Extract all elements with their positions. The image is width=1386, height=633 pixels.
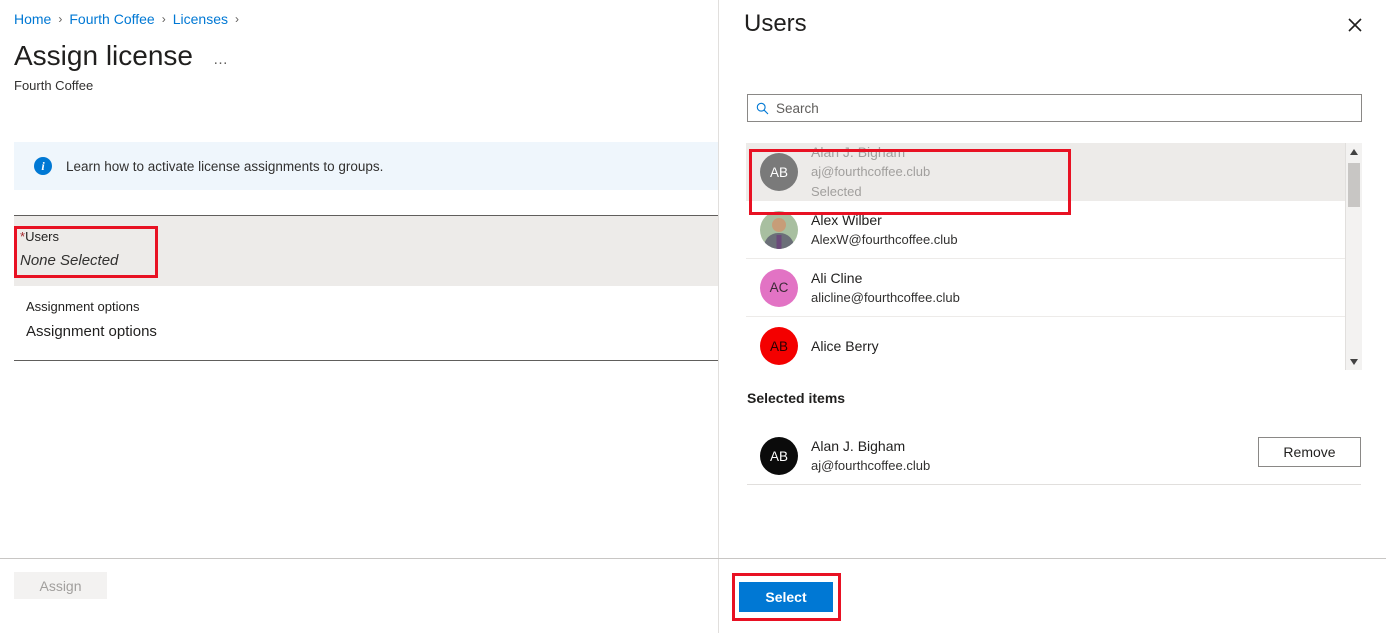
scrollbar-thumb[interactable] bbox=[1348, 163, 1360, 207]
info-icon: i bbox=[34, 157, 52, 175]
search-icon bbox=[756, 102, 769, 115]
breadcrumb-separator-icon: › bbox=[235, 9, 239, 29]
avatar-initials: AB bbox=[770, 449, 788, 464]
assign-license-blade: Home › Fourth Coffee › Licenses › Assign… bbox=[0, 0, 718, 633]
users-field-label-text: Users bbox=[25, 229, 59, 244]
info-banner-text: Learn how to activate license assignment… bbox=[66, 159, 383, 174]
selected-items-heading: Selected items bbox=[747, 390, 845, 406]
avatar-initials: AC bbox=[770, 280, 789, 295]
avatar bbox=[760, 211, 798, 249]
assignment-options-label: Assignment options bbox=[26, 297, 157, 317]
users-field-label: *Users bbox=[20, 227, 718, 246]
user-status: Selected bbox=[811, 182, 930, 202]
users-field-value: None Selected bbox=[20, 249, 718, 273]
page-title-row: Assign license … bbox=[14, 38, 232, 74]
search-box[interactable] bbox=[747, 94, 1362, 122]
overflow-menu-icon[interactable]: … bbox=[211, 51, 232, 68]
avatar: AB bbox=[760, 153, 798, 191]
users-field[interactable]: *Users None Selected bbox=[14, 216, 718, 286]
breadcrumb-item-licenses[interactable]: Licenses bbox=[173, 9, 228, 29]
scroll-up-arrow-icon[interactable] bbox=[1346, 143, 1362, 160]
user-name: Alice Berry bbox=[811, 336, 879, 356]
user-name: Alan J. Bigham bbox=[811, 143, 930, 162]
avatar-initials: AB bbox=[770, 339, 788, 354]
breadcrumb-item-fourth-coffee[interactable]: Fourth Coffee bbox=[69, 9, 154, 29]
user-name: Alex Wilber bbox=[811, 210, 958, 230]
selected-item-name: Alan J. Bigham bbox=[811, 436, 930, 456]
user-list-item-alex-wilber[interactable]: Alex Wilber AlexW@fourthcoffee.club bbox=[746, 201, 1361, 259]
user-list-item-alan-j-bigham[interactable]: AB Alan J. Bigham aj@fourthcoffee.club S… bbox=[746, 143, 1361, 201]
assign-button[interactable]: Assign bbox=[14, 572, 107, 599]
search-input[interactable] bbox=[776, 101, 1361, 116]
user-list[interactable]: AB Alan J. Bigham aj@fourthcoffee.club S… bbox=[746, 143, 1361, 370]
assignment-options-group: Assignment options Assignment options bbox=[26, 297, 157, 345]
info-banner: i Learn how to activate license assignme… bbox=[14, 142, 718, 190]
select-button[interactable]: Select bbox=[739, 582, 833, 612]
app-root: Home › Fourth Coffee › Licenses › Assign… bbox=[0, 0, 1386, 633]
scroll-down-arrow-icon[interactable] bbox=[1346, 353, 1362, 370]
avatar: AC bbox=[760, 269, 798, 307]
user-list-scrollbar[interactable] bbox=[1345, 143, 1362, 370]
user-name: Ali Cline bbox=[811, 268, 960, 288]
user-email: alicline@fourthcoffee.club bbox=[811, 288, 960, 308]
avatar: AB bbox=[760, 437, 798, 475]
selected-item-email: aj@fourthcoffee.club bbox=[811, 456, 930, 476]
breadcrumb-item-home[interactable]: Home bbox=[14, 9, 51, 29]
avatar: AB bbox=[760, 327, 798, 365]
selected-item-row: AB Alan J. Bigham aj@fourthcoffee.club R… bbox=[747, 428, 1361, 485]
panel-footer-divider bbox=[718, 558, 1386, 559]
form-divider-bottom bbox=[14, 360, 718, 361]
page-subtitle: Fourth Coffee bbox=[14, 77, 93, 95]
page-title: Assign license bbox=[14, 38, 193, 74]
close-icon[interactable] bbox=[1344, 14, 1366, 36]
user-email: aj@fourthcoffee.club bbox=[811, 162, 930, 182]
user-list-item-ali-cline[interactable]: AC Ali Cline alicline@fourthcoffee.club bbox=[746, 259, 1361, 317]
remove-button[interactable]: Remove bbox=[1258, 437, 1361, 467]
breadcrumb-separator-icon: › bbox=[58, 9, 62, 29]
left-footer-divider bbox=[0, 558, 718, 559]
user-list-item-alice-berry[interactable]: AB Alice Berry bbox=[746, 317, 1361, 370]
user-email: AlexW@fourthcoffee.club bbox=[811, 230, 958, 250]
assignment-options-value[interactable]: Assignment options bbox=[26, 319, 157, 345]
breadcrumb: Home › Fourth Coffee › Licenses › bbox=[14, 9, 246, 29]
avatar-initials: AB bbox=[770, 165, 788, 180]
panel-title: Users bbox=[744, 8, 807, 40]
breadcrumb-separator-icon: › bbox=[162, 9, 166, 29]
